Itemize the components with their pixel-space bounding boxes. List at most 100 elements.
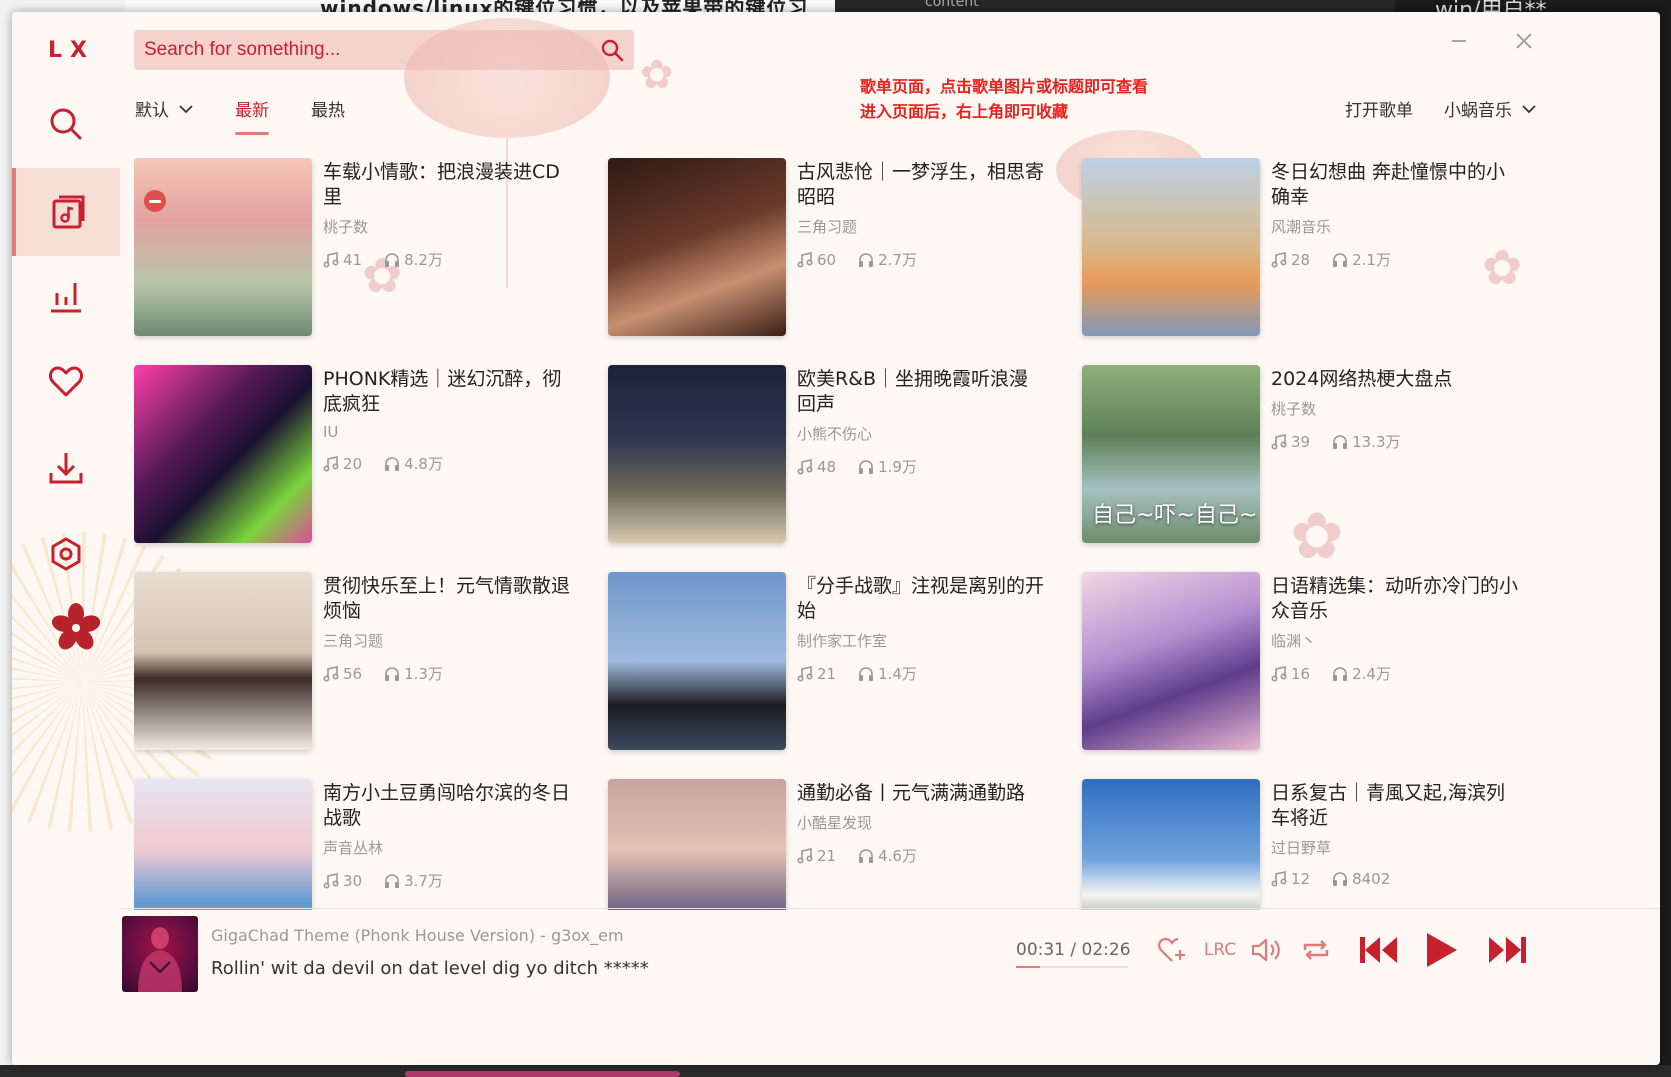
play-count: 8402 (1332, 870, 1390, 888)
now-playing-cover[interactable] (122, 916, 198, 992)
playlist-cover-image[interactable] (134, 365, 312, 543)
song-count: 60 (797, 251, 836, 269)
open-playlist-button[interactable]: 打开歌单 (1345, 96, 1413, 121)
playlist-card[interactable]: 通勤必备丨元气满满通勤路 小酷星发现 21 4.6万 (608, 779, 1078, 910)
nav-downloads[interactable] (12, 424, 120, 512)
song-count-value: 60 (817, 250, 837, 269)
song-count-value: 30 (343, 871, 363, 890)
playlist-card[interactable]: 自己~吓~自己~ 2024网络热梗大盘点 桃子数 39 13.3万 (1082, 365, 1552, 545)
nav-settings[interactable] (12, 510, 120, 598)
total-time: 02:26 (1081, 940, 1131, 960)
playlist-title[interactable]: 2024网络热梗大盘点 (1271, 367, 1521, 392)
song-count: 16 (1271, 665, 1310, 683)
nav-favorites[interactable] (12, 337, 120, 425)
search-input[interactable] (134, 39, 590, 61)
playlist-card[interactable]: 日系复古｜青風又起,海滨列车将近 过日野草 12 8402 (1082, 779, 1552, 910)
playlist-title[interactable]: 南方小土豆勇闯哈尔滨的冬日战歌 (323, 781, 573, 831)
tab-newest[interactable]: 最新 (235, 96, 269, 135)
volume-button[interactable] (1248, 928, 1284, 972)
next-track-button[interactable] (1484, 928, 1530, 972)
tab-hottest[interactable]: 最热 (311, 96, 345, 129)
playlist-info: PHONK精选｜迷幻沉醉，彻底疯狂 IU 20 4.8万 (323, 367, 573, 474)
playlist-info: 『分手战歌』注视是离别的开始 制作家工作室 21 1.4万 (797, 574, 1047, 684)
playlist-title[interactable]: 欧美R&B｜坐拥晚霞听浪漫回声 (797, 367, 1047, 417)
play-button[interactable] (1418, 928, 1464, 972)
background-pink-bar (405, 1071, 680, 1077)
play-count-value: 3.7万 (404, 872, 443, 890)
playlist-info: 通勤必备丨元气满满通勤路 小酷星发现 21 4.6万 (797, 781, 1047, 866)
play-count-value: 1.4万 (878, 665, 917, 683)
playlist-info: 车载小情歌：把浪漫装进CD里 桃子数 41 8.2万 (323, 160, 573, 270)
playlist-title[interactable]: 日系复古｜青風又起,海滨列车将近 (1271, 781, 1521, 831)
play-count: 4.8万 (384, 453, 443, 474)
source-selector[interactable]: 小蜗音乐 (1444, 96, 1536, 121)
playlist-cover-image[interactable] (134, 158, 312, 336)
playlist-stats: 16 2.4万 (1271, 663, 1521, 684)
playlist-card[interactable]: 车载小情歌：把浪漫装进CD里 桃子数 41 8.2万 (134, 158, 604, 338)
playlist-cover-image[interactable] (608, 158, 786, 336)
playlist-cover-image[interactable] (1082, 158, 1260, 336)
headphones-icon (385, 873, 400, 888)
playlist-card[interactable]: 贯彻快乐至上！元气情歌散退烦恼 三角习题 56 1.3万 (134, 572, 604, 752)
close-button[interactable] (1509, 26, 1539, 56)
playlist-cover-image[interactable] (134, 572, 312, 750)
play-count: 1.9万 (858, 456, 917, 477)
playlist-stats: 12 8402 (1271, 870, 1521, 888)
playlist-card[interactable]: 『分手战歌』注视是离别的开始 制作家工作室 21 1.4万 (608, 572, 1078, 752)
play-count: 13.3万 (1332, 431, 1401, 452)
song-count-value: 48 (817, 457, 837, 476)
playlist-stats: 30 3.7万 (323, 870, 573, 891)
playlist-card[interactable]: 古风悲怆｜一梦浮生，相思寄昭昭 三角习题 60 2.7万 (608, 158, 1078, 338)
playlist-info: 2024网络热梗大盘点 桃子数 39 13.3万 (1271, 367, 1521, 452)
headphones-icon (385, 456, 400, 471)
cover-figure-image (138, 927, 182, 992)
play-icon (1427, 933, 1457, 967)
playlist-cover-image[interactable] (1082, 779, 1260, 910)
remove-badge-icon[interactable] (144, 190, 166, 212)
playlist-title[interactable]: 『分手战歌』注视是离别的开始 (797, 574, 1047, 624)
headphones-icon (1333, 252, 1348, 267)
nav-search[interactable] (12, 80, 120, 168)
playlist-title[interactable]: PHONK精选｜迷幻沉醉，彻底疯狂 (323, 367, 573, 417)
playlist-card[interactable]: PHONK精选｜迷幻沉醉，彻底疯狂 IU 20 4.8万 (134, 365, 604, 545)
playlist-card[interactable]: 冬日幻想曲 奔赴憧憬中的小确幸 风潮音乐 28 2.1万 (1082, 158, 1552, 338)
playlist-title[interactable]: 贯彻快乐至上！元气情歌散退烦恼 (323, 574, 573, 624)
playlist-cover-image[interactable]: 自己~吓~自己~ (1082, 365, 1260, 543)
favorite-song-button[interactable] (1154, 928, 1190, 972)
nav-playlists[interactable] (12, 168, 120, 256)
playlist-cover-image[interactable] (1082, 572, 1260, 750)
song-count-value: 28 (1291, 250, 1311, 269)
headphones-icon (859, 252, 874, 267)
music-note-icon (797, 458, 813, 475)
music-app-window: ✿ ✿ ✿ ✿ LX Search for something... 默认 最新… (12, 12, 1660, 1065)
play-count: 4.6万 (858, 845, 917, 866)
playlist-stats: 21 1.4万 (797, 663, 1047, 684)
playlist-title[interactable]: 冬日幻想曲 奔赴憧憬中的小确幸 (1271, 160, 1521, 210)
previous-track-button[interactable] (1356, 928, 1402, 972)
playlist-title[interactable]: 日语精选集：动听亦冷门的小众音乐 (1271, 574, 1521, 624)
repeat-mode-button[interactable] (1298, 928, 1334, 972)
tab-sort-default[interactable]: 默认 (135, 96, 193, 129)
playlist-card[interactable]: 欧美R&B｜坐拥晚霞听浪漫回声 小熊不伤心 48 1.9万 (608, 365, 1078, 545)
desktop-lyric-button[interactable]: LRC (1202, 928, 1238, 972)
playlist-card[interactable]: 日语精选集：动听亦冷门的小众音乐 临渊丶 16 2.4万 (1082, 572, 1552, 752)
progress-bar[interactable] (1016, 966, 1128, 968)
player-divider (120, 908, 1660, 909)
playlist-cover-image[interactable] (608, 365, 786, 543)
playlist-title[interactable]: 车载小情歌：把浪漫装进CD里 (323, 160, 573, 210)
playlist-author: IU (323, 423, 339, 441)
playlist-cover-image[interactable] (134, 779, 312, 910)
playlist-cover-image[interactable] (608, 779, 786, 910)
chevron-down-icon (179, 104, 193, 113)
song-count: 39 (1271, 433, 1310, 451)
playlist-card[interactable]: 南方小土豆勇闯哈尔滨的冬日战歌 声音丛林 30 3.7万 (134, 779, 604, 910)
minimize-button[interactable] (1444, 26, 1474, 56)
playlist-cover-image[interactable] (608, 572, 786, 750)
playlist-title[interactable]: 古风悲怆｜一梦浮生，相思寄昭昭 (797, 160, 1047, 210)
download-icon (49, 453, 83, 484)
nav-leaderboard[interactable] (12, 252, 120, 340)
playlist-title[interactable]: 通勤必备丨元气满满通勤路 (797, 781, 1047, 806)
search-button[interactable] (590, 30, 634, 70)
headphones-icon (859, 848, 874, 863)
background-taskbar (0, 1065, 1671, 1077)
